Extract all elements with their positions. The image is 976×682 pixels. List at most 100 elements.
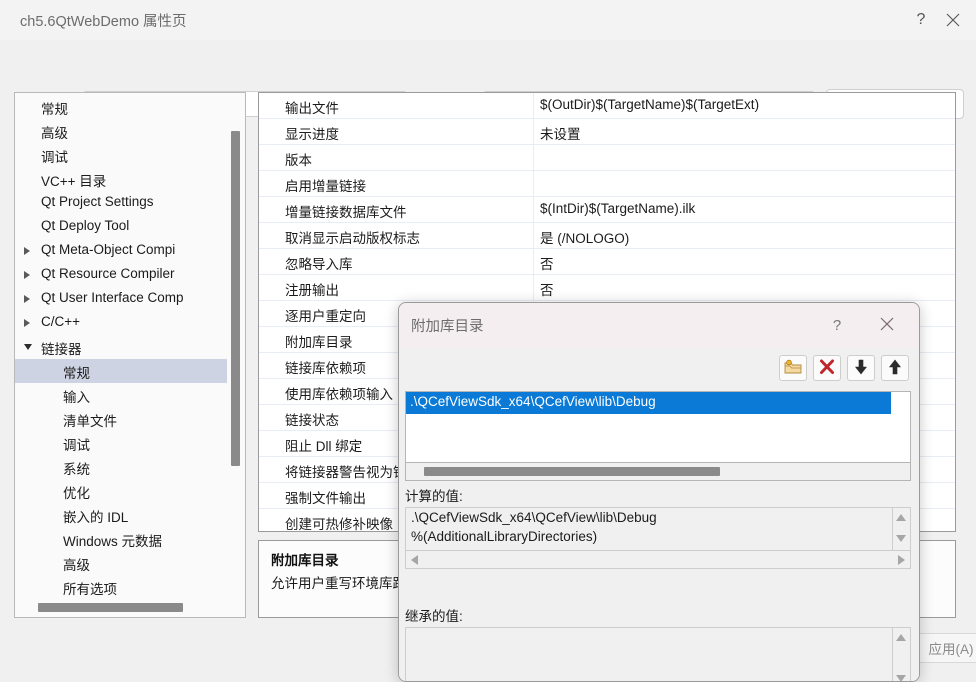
- tree-item[interactable]: C/C++: [15, 311, 228, 335]
- property-name: 输出文件: [285, 101, 339, 116]
- new-line-button[interactable]: [779, 355, 807, 381]
- tree-item-label: 高级: [63, 558, 90, 573]
- dialog-title: 附加库目录: [411, 319, 484, 335]
- tree-item[interactable]: 常规: [15, 359, 228, 383]
- property-name: 显示进度: [285, 127, 339, 142]
- close-button[interactable]: [930, 0, 976, 40]
- tree-item[interactable]: Qt Project Settings: [15, 191, 228, 215]
- property-row[interactable]: 输出文件 $(OutDir)$(TargetName)$(TargetExt): [259, 93, 955, 119]
- property-row[interactable]: 增量链接数据库文件 $(IntDir)$(TargetName).ilk: [259, 197, 955, 223]
- tree-item-label: VC++ 目录: [41, 174, 107, 189]
- tree-item[interactable]: 嵌入的 IDL: [15, 503, 228, 527]
- tree-item[interactable]: 输入: [15, 383, 228, 407]
- property-row[interactable]: 取消显示启动版权标志 是 (/NOLOGO): [259, 223, 955, 249]
- property-value[interactable]: 否: [540, 279, 554, 299]
- tree-item[interactable]: 高级: [15, 119, 228, 143]
- chevron-right-icon[interactable]: [24, 247, 30, 255]
- property-row[interactable]: 显示进度 未设置: [259, 119, 955, 145]
- tree-item-label: 常规: [63, 366, 90, 381]
- tree-item[interactable]: Qt Meta-Object Compi: [15, 239, 228, 263]
- property-name: 忽略导入库: [285, 257, 353, 272]
- chevron-down-icon[interactable]: [24, 344, 32, 350]
- tree-item-label: C/C++: [41, 314, 81, 329]
- dialog-body: .\QCefViewSdk_x64\QCefView\lib\Debug 计算的…: [399, 347, 919, 681]
- tree-item[interactable]: 优化: [15, 479, 228, 503]
- chevron-right-icon[interactable]: [24, 295, 30, 303]
- window-title-bar: ch5.6QtWebDemo 属性页 ?: [0, 0, 976, 40]
- list-item[interactable]: .\QCefViewSdk_x64\QCefView\lib\Debug: [406, 392, 891, 414]
- scroll-down-icon[interactable]: [896, 675, 906, 681]
- additional-library-directories-dialog: 附加库目录 ? .\QCefViewSdk_x64\QCefView\lib\D…: [398, 302, 920, 682]
- new-folder-icon: [784, 359, 802, 378]
- list-horizontal-scrollbar-thumb[interactable]: [424, 467, 720, 476]
- column-divider: [533, 197, 534, 223]
- description-title: 附加库目录: [271, 553, 339, 568]
- chevron-right-icon[interactable]: [24, 271, 30, 279]
- property-name: 注册输出: [285, 283, 339, 298]
- tree-item[interactable]: Qt User Interface Comp: [15, 287, 228, 311]
- property-value[interactable]: $(OutDir)$(TargetName)$(TargetExt): [540, 97, 759, 112]
- tree-item[interactable]: 高级: [15, 551, 228, 575]
- property-name: 版本: [285, 153, 312, 168]
- tree-item[interactable]: 调试: [15, 431, 228, 455]
- tree-item-label: 嵌入的 IDL: [63, 510, 129, 525]
- property-row[interactable]: 版本: [259, 145, 955, 171]
- property-value[interactable]: 否: [540, 253, 554, 273]
- property-name: 链接库依赖项: [285, 361, 366, 376]
- move-down-button[interactable]: [847, 355, 875, 381]
- tree-item[interactable]: 清单文件: [15, 407, 228, 431]
- column-divider: [533, 223, 534, 249]
- computed-vertical-scrollbar[interactable]: [893, 507, 911, 551]
- tree-item-label: 常规: [41, 102, 68, 117]
- list-item-label: .\QCefViewSdk_x64\QCefView\lib\Debug: [410, 394, 656, 409]
- tree-horizontal-scrollbar-thumb[interactable]: [38, 603, 183, 612]
- settings-tree: 常规 高级 调试 VC++ 目录 Qt Project Settings Qt Deplo…: [15, 93, 228, 597]
- dialog-help-button[interactable]: ?: [817, 303, 857, 347]
- property-row[interactable]: 忽略导入库 否: [259, 249, 955, 275]
- window-title: ch5.6QtWebDemo 属性页: [20, 14, 187, 30]
- tree-horizontal-scrollbar[interactable]: [16, 598, 245, 616]
- property-value[interactable]: 是 (/NOLOGO): [540, 227, 629, 247]
- chevron-right-icon[interactable]: [24, 319, 30, 327]
- column-divider: [533, 275, 534, 301]
- tree-item-label: 调试: [63, 438, 90, 453]
- scroll-down-icon[interactable]: [896, 535, 906, 542]
- property-row[interactable]: 启用增量链接: [259, 171, 955, 197]
- tree-item[interactable]: 所有选项: [15, 575, 228, 597]
- tree-vertical-scrollbar-thumb[interactable]: [231, 131, 240, 466]
- tree-vertical-scrollbar[interactable]: [227, 94, 244, 598]
- delete-x-icon: [819, 359, 835, 378]
- property-row[interactable]: 注册输出 否: [259, 275, 955, 301]
- tree-item-label: 链接器: [41, 342, 82, 357]
- delete-line-button[interactable]: [813, 355, 841, 381]
- tree-item[interactable]: Qt Resource Compiler: [15, 263, 228, 287]
- tree-item[interactable]: 常规: [15, 95, 228, 119]
- tree-item[interactable]: 链接器: [15, 335, 228, 359]
- scroll-left-icon[interactable]: [411, 555, 418, 565]
- dialog-title-bar: 附加库目录 ?: [399, 303, 919, 347]
- scroll-right-icon[interactable]: [898, 555, 905, 565]
- computed-value-line: %(AdditionalLibraryDirectories): [411, 529, 598, 544]
- scroll-up-icon[interactable]: [896, 514, 906, 521]
- inherited-vertical-scrollbar[interactable]: [893, 627, 911, 681]
- property-value[interactable]: $(IntDir)$(TargetName).ilk: [540, 201, 695, 216]
- property-name: 增量链接数据库文件: [285, 205, 407, 220]
- tree-item[interactable]: Qt Deploy Tool: [15, 215, 228, 239]
- scroll-up-icon[interactable]: [896, 634, 906, 641]
- computed-value-box: .\QCefViewSdk_x64\QCefView\lib\Debug %(A…: [405, 507, 893, 551]
- tree-item[interactable]: VC++ 目录: [15, 167, 228, 191]
- property-name: 强制文件输出: [285, 491, 366, 506]
- tree-item-label: Qt Resource Compiler: [41, 266, 175, 281]
- tree-item[interactable]: 系统: [15, 455, 228, 479]
- property-value[interactable]: 未设置: [540, 123, 581, 143]
- computed-horizontal-scrollbar[interactable]: [405, 551, 911, 569]
- list-horizontal-scrollbar[interactable]: [405, 463, 911, 481]
- tree-item[interactable]: Windows 元数据: [15, 527, 228, 551]
- move-up-button[interactable]: [881, 355, 909, 381]
- property-name: 阻止 Dll 绑定: [285, 439, 363, 454]
- tree-item[interactable]: 调试: [15, 143, 228, 167]
- directories-list[interactable]: .\QCefViewSdk_x64\QCefView\lib\Debug: [405, 391, 911, 463]
- arrow-up-icon: [888, 359, 902, 378]
- tree-item-label: 优化: [63, 486, 90, 501]
- dialog-close-button[interactable]: [867, 303, 907, 347]
